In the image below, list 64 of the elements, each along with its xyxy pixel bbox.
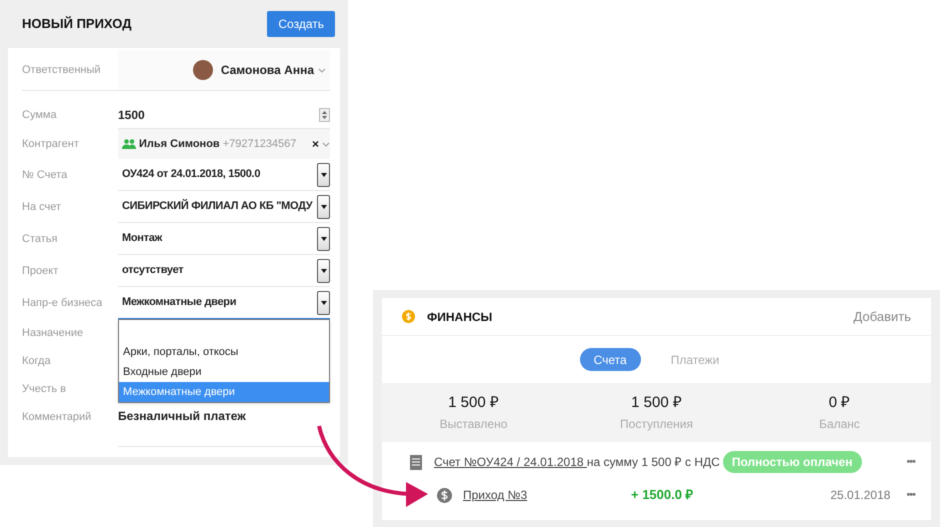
status-badge: Полностью оплачен bbox=[722, 451, 862, 473]
people-icon bbox=[122, 139, 136, 149]
stat-value: 0 ₽ bbox=[828, 393, 850, 414]
dropdown-option[interactable]: Арки, порталы, откосы bbox=[119, 342, 329, 362]
field-label: № Счета bbox=[22, 168, 68, 183]
field-label: Напр-е бизнеса bbox=[22, 296, 104, 311]
field-label: Статья bbox=[22, 232, 58, 247]
select-field[interactable]: СИБИРСКИЙ ФИЛИАЛ АО КБ "МОДУ bbox=[118, 191, 330, 223]
chevron-icon bbox=[318, 68, 326, 72]
invoice-description: Счет №ОУ424 / 24.01.2018 на сумму 1 500 ₽ с НДС bbox=[434, 454, 720, 471]
more-button[interactable]: ••• bbox=[906, 486, 915, 504]
avatar bbox=[192, 60, 213, 80]
dropdown-toggle[interactable] bbox=[317, 290, 330, 314]
dropdown-toggle[interactable] bbox=[317, 226, 330, 250]
coin-icon bbox=[402, 310, 415, 323]
payment-amount: + 1500.0 ₽ bbox=[631, 486, 694, 504]
dropdown-toggle[interactable] bbox=[317, 194, 330, 218]
select-value: Монтаж bbox=[122, 231, 162, 246]
caret-icon bbox=[320, 204, 326, 208]
amount-field[interactable]: 1500 bbox=[118, 106, 145, 124]
stat-label: Баланс bbox=[819, 416, 860, 433]
create-button[interactable]: Создать bbox=[267, 11, 335, 37]
stat-label: Выставлено bbox=[440, 416, 508, 433]
stat-value: 1 500 ₽ bbox=[631, 393, 682, 414]
add-link[interactable]: Добавить bbox=[854, 306, 911, 326]
contact-name: Илья Симонов bbox=[139, 136, 220, 152]
select-field[interactable]: отсутствует bbox=[118, 255, 330, 287]
dropdown-toggle[interactable] bbox=[317, 162, 330, 186]
document-icon bbox=[410, 454, 422, 470]
form-title: НОВЫЙ ПРИХОД bbox=[22, 15, 132, 34]
finance-title: ФИНАНСЫ bbox=[427, 308, 492, 326]
field-label: Назначение bbox=[22, 326, 84, 341]
stat-value: 1 500 ₽ bbox=[448, 393, 499, 414]
comment-field[interactable]: Безналичный платеж bbox=[118, 403, 330, 447]
field-label: Когда bbox=[22, 354, 52, 369]
field-label: На счет bbox=[22, 200, 62, 215]
clear-button[interactable]: × bbox=[312, 135, 319, 153]
select-value: Межкомнатные двери bbox=[122, 295, 236, 310]
caret-icon bbox=[320, 172, 326, 176]
field-label: Ответственный bbox=[22, 62, 102, 78]
field-label: Комментарий bbox=[22, 410, 92, 425]
caret-icon bbox=[320, 300, 326, 304]
dropdown-toggle[interactable] bbox=[317, 258, 330, 282]
caret-icon bbox=[320, 268, 326, 272]
payment-date: 25.01.2018 bbox=[830, 487, 890, 504]
contact-phone: +79271234567 bbox=[222, 136, 296, 152]
caret-icon bbox=[320, 236, 326, 240]
select-field[interactable]: ОУ424 от 24.01.2018, 1500.0 bbox=[118, 159, 330, 191]
field-label: Проект bbox=[22, 264, 60, 279]
field-label: Контрагент bbox=[22, 136, 80, 152]
stat-label: Поступления bbox=[620, 416, 693, 433]
payment-link[interactable]: Приход №3 bbox=[463, 486, 631, 504]
dollar-icon bbox=[437, 488, 452, 502]
invoice-link[interactable]: Счет №ОУ424 / 24.01.2018 bbox=[434, 455, 587, 469]
select-value: ОУ424 от 24.01.2018, 1500.0 bbox=[122, 167, 260, 182]
select-value: СИБИРСКИЙ ФИЛИАЛ АО КБ "МОДУ bbox=[122, 198, 312, 214]
select-value: отсутствует bbox=[122, 263, 184, 278]
field-label: Сумма bbox=[22, 108, 58, 123]
field-label: Учесть в bbox=[22, 382, 68, 397]
spinner-icon[interactable] bbox=[319, 108, 330, 122]
select-field[interactable]: Монтаж bbox=[118, 223, 330, 255]
chevron-icon bbox=[322, 142, 330, 146]
more-button[interactable]: ••• bbox=[906, 454, 915, 470]
dropdown-option[interactable]: Входные двери bbox=[119, 362, 329, 382]
